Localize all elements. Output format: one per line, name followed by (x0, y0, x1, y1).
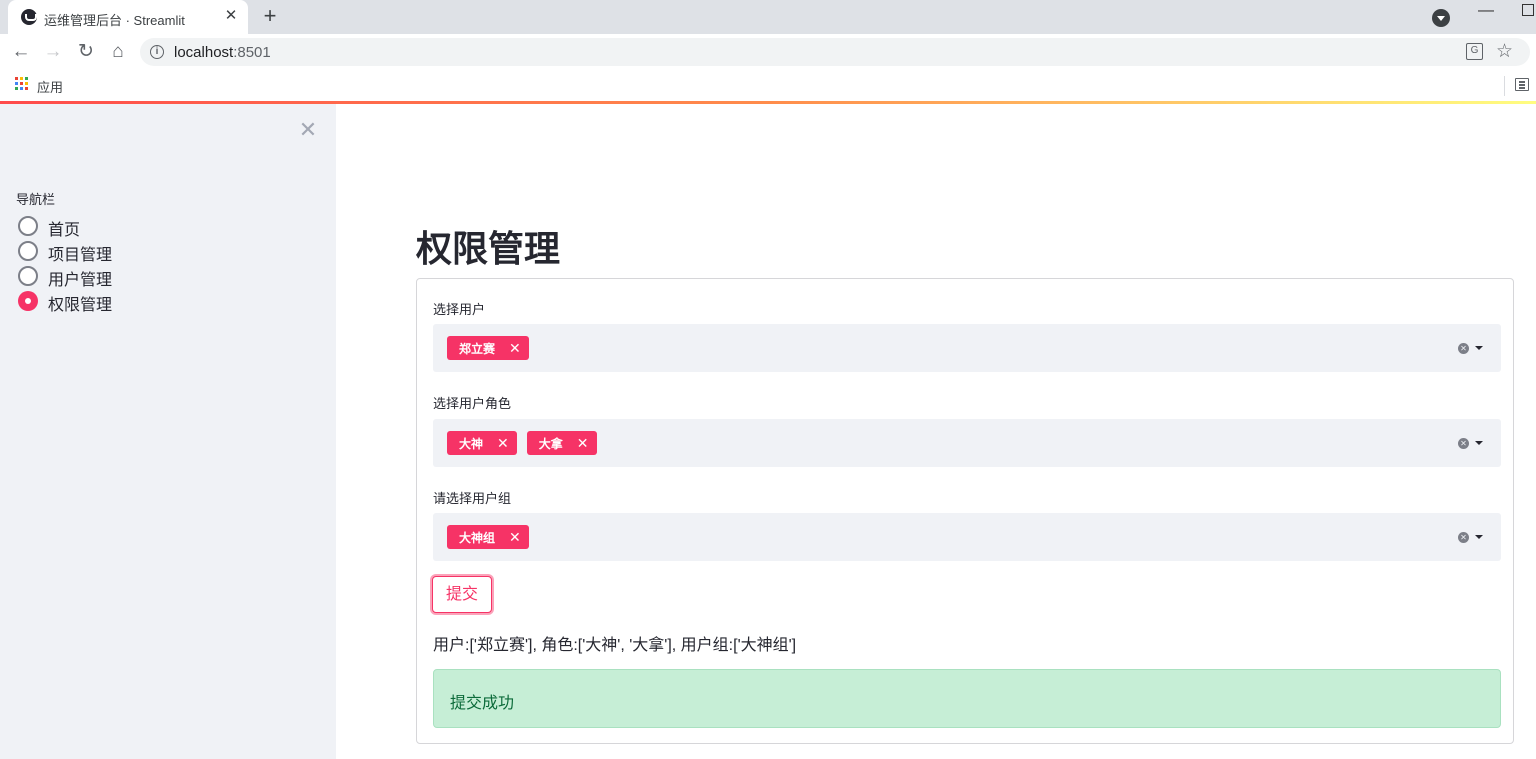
select-group-multiselect[interactable]: 大神组 ✕ ✕ (433, 513, 1501, 561)
home-icon[interactable]: ⌂ (105, 39, 131, 65)
chevron-down-icon[interactable] (1475, 346, 1483, 350)
apps-dot (25, 82, 28, 85)
apps-dot (20, 77, 23, 80)
tag-chip: 郑立赛 ✕ (447, 336, 529, 360)
radio-label: 用户管理 (48, 272, 113, 289)
select-role-multiselect[interactable]: 大神 ✕ 大拿 ✕ ✕ (433, 419, 1501, 467)
url-text[interactable]: localhost:8501 (174, 44, 271, 61)
sidebar: ✕ 导航栏 首页 项目管理 用户管理 权限管理 (0, 104, 336, 759)
radio-item-home[interactable]: 首页 (18, 214, 298, 239)
tag-remove-icon[interactable]: ✕ (577, 435, 589, 452)
clear-all-icon[interactable]: ✕ (1458, 438, 1469, 449)
clear-all-icon[interactable]: ✕ (1458, 532, 1469, 543)
apps-dot (15, 82, 18, 85)
radio-item-permissions[interactable]: 权限管理 (18, 289, 298, 314)
selected-tags: 郑立赛 ✕ (447, 336, 529, 360)
selected-tags: 大神组 ✕ (447, 525, 529, 549)
streamlit-favicon-icon (21, 9, 37, 25)
permission-form: 选择用户 郑立赛 ✕ ✕ 选择用户角色 大神 ✕ 大拿 ✕ ✕ 请选择用户组 大神组 ✕… (416, 278, 1514, 744)
result-text: 用户:['郑立赛'], 角色:['大神', '大拿'], 用户组:['大神组'] (433, 637, 797, 654)
apps-dot (25, 87, 28, 90)
select-role-label: 选择用户角色 (433, 396, 512, 411)
bookmark-star-icon[interactable]: ☆ (1496, 40, 1513, 63)
url-port: :8501 (233, 44, 271, 61)
forward-arrow-icon[interactable]: → (40, 39, 66, 65)
success-message: 提交成功 (450, 695, 515, 712)
select-group-label: 请选择用户组 (433, 491, 512, 506)
translate-icon[interactable]: G (1466, 43, 1483, 60)
address-bar[interactable]: i localhost:8501 G ☆ (140, 38, 1530, 66)
chevron-down-icon[interactable] (1475, 535, 1483, 539)
browser-tab-bar: 运维管理后台 · Streamlit ✕ + — (0, 0, 1536, 34)
clear-all-icon[interactable]: ✕ (1458, 343, 1469, 354)
back-arrow-icon[interactable]: ← (8, 39, 34, 65)
window-maximize-button[interactable] (1522, 4, 1534, 16)
tag-remove-icon[interactable]: ✕ (509, 529, 521, 546)
browser-toolbar: ← → ↻ ⌂ i localhost:8501 G ☆ (0, 34, 1536, 70)
apps-dot (25, 77, 28, 80)
tag-label: 大拿 (538, 436, 563, 451)
apps-dot (15, 77, 18, 80)
nav-radio-group: 首页 项目管理 用户管理 权限管理 (18, 214, 298, 314)
submit-button[interactable]: 提交 (432, 576, 492, 613)
radio-label: 权限管理 (48, 297, 113, 314)
apps-bookmark-label[interactable]: 应用 (37, 77, 63, 96)
tab-title: 运维管理后台 · Streamlit (44, 13, 185, 28)
radio-item-projects[interactable]: 项目管理 (18, 239, 298, 264)
reading-list-icon[interactable] (1515, 78, 1529, 91)
tag-label: 郑立赛 (459, 341, 496, 356)
tab-close-icon[interactable]: ✕ (222, 7, 240, 25)
apps-dot (15, 87, 18, 90)
tag-remove-icon[interactable]: ✕ (509, 340, 521, 357)
apps-dot (20, 82, 23, 85)
tag-chip: 大神组 ✕ (447, 525, 529, 549)
page-title: 权限管理 (416, 228, 561, 269)
tag-label: 大神 (459, 436, 484, 451)
window-minimize-button[interactable]: — (1478, 2, 1494, 20)
new-tab-button[interactable]: + (258, 5, 282, 29)
site-info-icon[interactable]: i (150, 45, 164, 59)
radio-button[interactable] (18, 216, 38, 236)
radio-button-checked[interactable] (18, 291, 38, 311)
radio-button[interactable] (18, 266, 38, 286)
bookmarks-divider (1504, 76, 1505, 96)
tag-label: 大神组 (459, 530, 496, 545)
chevron-down-icon[interactable] (1475, 441, 1483, 445)
reload-icon[interactable]: ↻ (73, 39, 99, 65)
radio-label: 首页 (48, 222, 81, 239)
radio-item-users[interactable]: 用户管理 (18, 264, 298, 289)
tag-chip: 大拿 ✕ (526, 431, 597, 455)
tag-chip: 大神 ✕ (447, 431, 517, 455)
url-host: localhost (174, 44, 234, 61)
bookmarks-bar: 应用 (0, 70, 1536, 101)
apps-dot (20, 87, 23, 90)
select-user-label: 选择用户 (433, 302, 486, 317)
radio-group-label: 导航栏 (16, 192, 56, 207)
sidebar-close-icon[interactable]: ✕ (298, 119, 318, 141)
apps-grid-icon[interactable] (15, 77, 28, 90)
tag-remove-icon[interactable]: ✕ (497, 435, 509, 452)
selected-tags: 大神 ✕ 大拿 ✕ (447, 431, 597, 455)
select-user-multiselect[interactable]: 郑立赛 ✕ ✕ (433, 324, 1501, 372)
browser-tab[interactable]: 运维管理后台 · Streamlit ✕ (8, 0, 248, 34)
success-alert: 提交成功 (433, 669, 1501, 728)
radio-button[interactable] (18, 241, 38, 261)
tab-search-icon[interactable] (1432, 9, 1450, 27)
radio-label: 项目管理 (48, 247, 113, 264)
